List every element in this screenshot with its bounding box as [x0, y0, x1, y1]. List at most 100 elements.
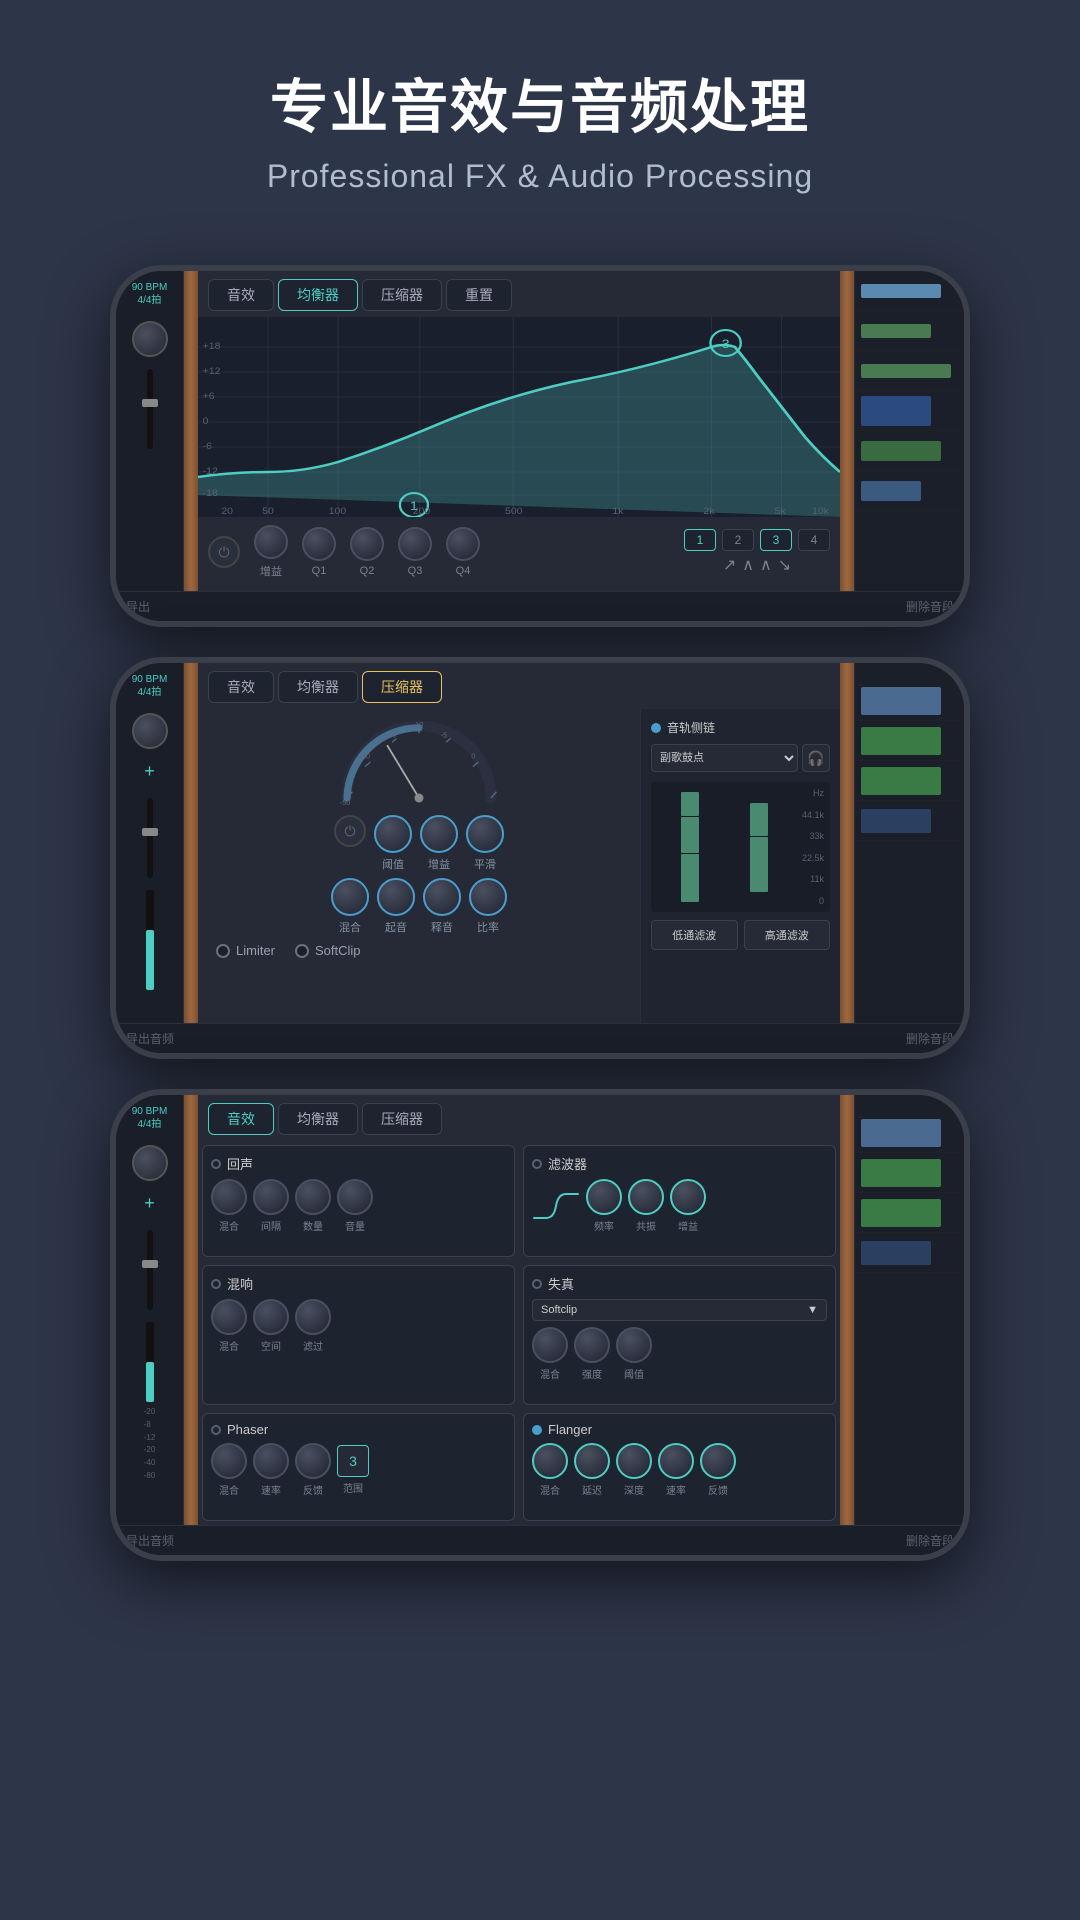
highpass-btn[interactable]: 高通滤波 [744, 920, 831, 950]
limiter-option[interactable]: Limiter [216, 943, 275, 958]
tab-eq-2[interactable]: 均衡器 [278, 671, 358, 703]
flanger-knob-feedback-dial[interactable] [700, 1443, 736, 1479]
tab-comp-3[interactable]: 压缩器 [362, 1103, 442, 1135]
phaser-knob-rate-dial[interactable] [253, 1443, 289, 1479]
tab-fx-2[interactable]: 音效 [208, 671, 274, 703]
sidebar-knob-3[interactable] [132, 1145, 168, 1181]
comp-knob-mix-dial[interactable] [331, 878, 369, 916]
sidechain-dropdown[interactable]: 副歌鼓点 [651, 744, 798, 772]
knob-q3-dial[interactable] [398, 527, 432, 561]
comp-power-btn[interactable]: ⏻ [334, 815, 366, 847]
delete-btn-1[interactable]: 删除音段 [906, 598, 954, 615]
filter-knob-gain-dial[interactable] [670, 1179, 706, 1215]
filter-knob-res-dial[interactable] [628, 1179, 664, 1215]
dist-knob-mix-dial[interactable] [532, 1327, 568, 1363]
phone-mockup-1: 90 BPM 4/4拍 音效 均衡器 压缩器 [0, 265, 1080, 627]
wood-left-2 [184, 663, 198, 1023]
comp-knob-ratio-dial[interactable] [469, 878, 507, 916]
comp-knob-attack-dial[interactable] [377, 878, 415, 916]
sidebar-knob-2[interactable] [132, 713, 168, 749]
sidebar-slider-1[interactable] [147, 369, 153, 449]
right-panel-2: 13 [854, 663, 964, 1023]
tab-fx-3[interactable]: 音效 [208, 1103, 274, 1135]
tab-eq-1[interactable]: 均衡器 [278, 279, 358, 311]
power-button-1[interactable]: ⏻ [208, 536, 240, 568]
reverb-knob-mix-dial[interactable] [211, 1299, 247, 1335]
freq-bar-1 [681, 792, 699, 816]
knob-q4-dial[interactable] [446, 527, 480, 561]
svg-text:1k: 1k [612, 507, 623, 517]
band-btn-3[interactable]: 3 [760, 529, 792, 551]
track-3-4 [855, 1233, 964, 1273]
eq-graph[interactable]: 1 3 20 50 100 200 500 1k 2k 5 [198, 317, 840, 517]
comp-knob-release-dial[interactable] [423, 878, 461, 916]
filter-knob-freq-dial[interactable] [586, 1179, 622, 1215]
svg-text:-20: -20 [386, 731, 396, 740]
echo-knob-count-dial[interactable] [295, 1179, 331, 1215]
delete-btn-3[interactable]: 删除音段 [906, 1532, 954, 1549]
dist-knob-threshold-dial[interactable] [616, 1327, 652, 1363]
dist-knob-mix: 混合 [532, 1327, 568, 1381]
sidebar-slider-3[interactable] [147, 1230, 153, 1310]
flanger-indicator[interactable] [532, 1425, 542, 1435]
comp-bottom-knobs: 混合 起音 释音 [206, 878, 632, 935]
filter-header: 滤波器 [532, 1154, 827, 1173]
filter-indicator[interactable] [532, 1159, 542, 1169]
export-btn-2[interactable]: 导出音频 [126, 1030, 174, 1047]
tab-fx-1[interactable]: 音效 [208, 279, 274, 311]
reverb-knob-space-dial[interactable] [253, 1299, 289, 1335]
flanger-knob-mix-dial[interactable] [532, 1443, 568, 1479]
dist-knob-intensity-dial[interactable] [574, 1327, 610, 1363]
sidebar-slider-2[interactable] [147, 798, 153, 878]
delete-btn-2[interactable]: 删除音段 [906, 1030, 954, 1047]
echo-indicator[interactable] [211, 1159, 221, 1169]
echo-knob-interval-dial[interactable] [253, 1179, 289, 1215]
reverb-knob-filter-dial[interactable] [295, 1299, 331, 1335]
echo-knob-mix-dial[interactable] [211, 1179, 247, 1215]
lowpass-btn[interactable]: 低通滤波 [651, 920, 738, 950]
phaser-range-value[interactable]: 3 [337, 1445, 369, 1477]
header: 专业音效与音频处理 Professional FX & Audio Proces… [0, 0, 1080, 235]
comp-knob-threshold-dial[interactable] [374, 815, 412, 853]
sidebar-knob-1[interactable] [132, 321, 168, 357]
svg-text:10k: 10k [812, 507, 829, 517]
band-btn-1[interactable]: 1 [684, 529, 716, 551]
softclip-option[interactable]: SoftClip [295, 943, 361, 958]
tab-comp-1[interactable]: 压缩器 [362, 279, 442, 311]
softclip-radio[interactable] [295, 944, 309, 958]
comp-knob-smooth-dial[interactable] [466, 815, 504, 853]
reverb-indicator[interactable] [211, 1279, 221, 1289]
phaser-knob-feedback-dial[interactable] [295, 1443, 331, 1479]
knob-q2-dial[interactable] [350, 527, 384, 561]
phaser-mix-label: 混合 [219, 1482, 239, 1497]
flanger-title: Flanger [548, 1422, 592, 1437]
dist-indicator[interactable] [532, 1279, 542, 1289]
comp-knob-gain-dial[interactable] [420, 815, 458, 853]
phaser-indicator[interactable] [211, 1425, 221, 1435]
band-btn-2[interactable]: 2 [722, 529, 754, 551]
track-block-3-3 [861, 1199, 941, 1227]
flanger-knob-depth-dial[interactable] [616, 1443, 652, 1479]
flanger-knob-feedback: 反馈 [700, 1443, 736, 1497]
reverb-title: 混响 [227, 1274, 253, 1293]
export-btn-3[interactable]: 导出音频 [126, 1532, 174, 1549]
band-btn-4[interactable]: 4 [798, 529, 830, 551]
echo-knob-vol-dial[interactable] [337, 1179, 373, 1215]
svg-text:+6: +6 [203, 392, 215, 402]
add-track-btn-3[interactable]: + [144, 1193, 155, 1214]
knob-q1-dial[interactable] [302, 527, 336, 561]
right-panel-3: 13 [854, 1095, 964, 1525]
limiter-radio[interactable] [216, 944, 230, 958]
phaser-knob-mix-dial[interactable] [211, 1443, 247, 1479]
knob-q3-label: Q3 [408, 565, 423, 577]
headphone-button[interactable]: 🎧 [802, 744, 830, 772]
tab-eq-3[interactable]: 均衡器 [278, 1103, 358, 1135]
flanger-knob-rate-dial[interactable] [658, 1443, 694, 1479]
dist-dropdown[interactable]: Softclip ▼ [532, 1299, 827, 1321]
export-btn-1[interactable]: 导出 [126, 598, 150, 615]
tab-reset-1[interactable]: 重置 [446, 279, 512, 311]
flanger-knob-delay-dial[interactable] [574, 1443, 610, 1479]
tab-comp-2[interactable]: 压缩器 [362, 671, 442, 703]
add-track-btn[interactable]: + [144, 761, 155, 782]
knob-gain-dial[interactable] [254, 525, 288, 559]
